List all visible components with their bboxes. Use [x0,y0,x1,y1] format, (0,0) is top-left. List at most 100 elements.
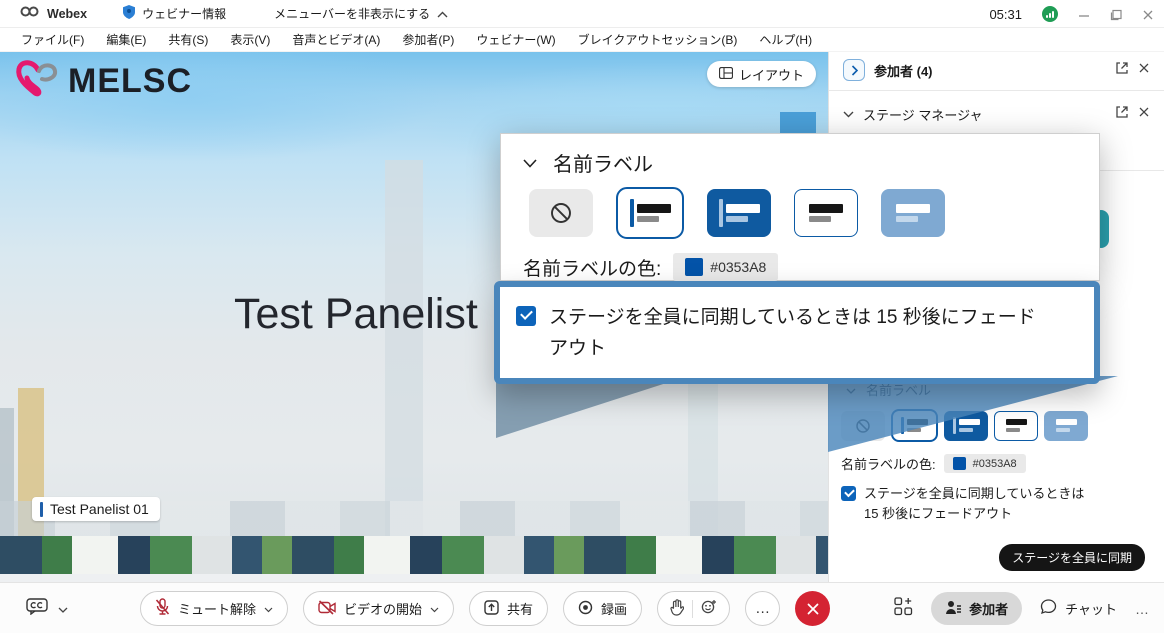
captions-control[interactable] [26,598,68,620]
webinar-info-button[interactable]: ウェビナー情報 [123,5,226,22]
connection-quality-icon[interactable] [1042,6,1058,22]
menubar: ファイル(F) 編集(E) 共有(S) 表示(V) 音声とビデオ(A) 参加者(… [0,28,1164,52]
shield-icon [123,5,135,22]
menu-share[interactable]: 共有(S) [157,28,219,51]
chat-bubble-icon [1040,599,1057,618]
overflow-menu-button[interactable]: … [1135,601,1150,617]
fade-out-callout: ステージを全員に同期しているときは 15 秒後にフェード アウト [494,281,1100,384]
close-panel-icon[interactable] [1138,61,1150,79]
panel-toggles: 参加者 チャット … [894,591,1150,626]
label-style-solid-bar-button[interactable] [707,189,771,237]
reactions-smiley-icon[interactable] [701,599,717,618]
raise-hand-icon[interactable] [670,599,684,619]
minimize-button[interactable] [1078,8,1090,20]
reactions-group [657,591,730,626]
popout-panel-icon[interactable] [1115,61,1129,80]
close-window-button[interactable] [1142,8,1154,20]
participants-panel-header: 参加者 (4) [829,54,1164,86]
melsc-heart-logo-icon [14,58,60,105]
fade-out-label-line2: 15 秒後にフェードアウト [864,506,1012,521]
chevron-down-icon[interactable] [264,601,273,616]
melsc-branding: MELSC [14,58,192,105]
callout-beam [780,112,816,133]
fade-out-label-line1: ステージを全員に同期しているときは [864,486,1084,501]
callout-line2: アウト [549,338,606,359]
start-video-button[interactable]: ビデオの開始 [303,591,454,626]
apps-icon[interactable] [894,597,913,621]
participants-toggle-button[interactable]: 参加者 [931,592,1022,625]
record-icon [578,600,593,618]
block-icon [549,201,573,225]
chevron-down-icon [523,151,537,174]
menu-participants[interactable]: 参加者(P) [391,28,465,51]
panel-divider [829,90,1164,91]
menu-audio-video[interactable]: 音声とビデオ(A) [281,28,391,51]
menu-file[interactable]: ファイル(F) [10,28,95,51]
label-style-light-button[interactable] [794,189,858,237]
popout-panel-icon[interactable] [1115,105,1129,124]
label-style-translucent-button[interactable] [1044,411,1088,441]
mic-muted-icon [155,598,170,619]
chevron-down-icon[interactable] [843,105,854,123]
stage-manager-panel-header: ステージ マネージャ [829,98,1164,130]
webex-window: Webex ウェビナー情報 メニューバーを非表示にする 05:31 [0,0,1164,633]
fade-out-checkbox-row: ステージを全員に同期しているときは 15 秒後にフェードアウト [829,473,1164,524]
menu-help[interactable]: ヘルプ(H) [748,28,823,51]
stage-bottom-strip [0,574,828,582]
layout-grid-icon [719,67,733,82]
popup-style-options [501,177,1099,239]
closed-captions-icon [26,598,48,620]
share-button[interactable]: 共有 [469,591,548,626]
camera-off-icon [318,600,336,618]
collapse-panel-button[interactable] [843,59,865,81]
chat-toggle-button[interactable]: チャット [1040,599,1117,618]
unmute-button[interactable]: ミュート解除 [140,591,288,626]
label-style-translucent-button[interactable] [881,189,945,237]
stage-manager-panel-title: ステージ マネージャ [863,105,982,124]
menu-edit[interactable]: 編集(E) [95,28,157,51]
hide-menubar-button[interactable]: メニューバーを非表示にする [274,5,448,22]
name-label-accent-bar [40,502,43,517]
label-color-picker[interactable]: #0353A8 [944,454,1026,473]
participants-icon [945,600,961,618]
popup-color-row: 名前ラベルの色: #0353A8 [501,239,1099,281]
participants-panel-title: 参加者 (4) [874,61,933,80]
chevron-down-icon[interactable] [58,600,68,618]
menu-webinar[interactable]: ウェビナー(W) [465,28,566,51]
app-brand: Webex [47,7,87,21]
label-color-picker[interactable]: #0353A8 [673,253,778,281]
callout-line1: ステージを全員に同期しているときは 15 秒後にフェード [549,307,1036,328]
webex-logo-icon [20,5,39,23]
label-style-light-bar-button[interactable] [616,187,684,239]
chevron-up-icon [437,7,448,21]
layout-button[interactable]: レイアウト [707,61,816,87]
label-style-light-button[interactable] [994,411,1038,441]
more-options-button[interactable]: … [745,591,780,626]
color-swatch [685,258,703,276]
sync-stage-button[interactable]: ステージを全員に同期 [999,544,1145,571]
divider [692,600,693,618]
speaker-name-label: Test Panelist 01 [32,497,160,521]
city-skyline-near [0,536,828,574]
speaker-name-text: Test Panelist [234,290,478,339]
chevron-down-icon[interactable] [430,601,439,616]
menu-breakout[interactable]: ブレイクアウトセッション(B) [567,28,749,51]
melsc-brand-text: MELSC [68,62,192,101]
label-style-none-button[interactable] [529,189,593,237]
name-label-popup: 名前ラベル 名前ラベルの色: [500,133,1100,281]
popup-section-header[interactable]: 名前ラベル [501,134,1099,177]
meeting-timer: 05:31 [989,7,1022,22]
fade-out-checkbox[interactable] [516,306,536,326]
control-bar: ミュート解除 ビデオの開始 共有 [0,582,1164,633]
menu-view[interactable]: 表示(V) [219,28,281,51]
name-label-color-row: 名前ラベルの色: #0353A8 [829,442,1164,473]
main-controls: ミュート解除 ビデオの開始 共有 [140,591,830,626]
close-panel-icon[interactable] [1138,105,1150,123]
share-screen-icon [484,600,499,618]
record-button[interactable]: 録画 [563,591,642,626]
titlebar: Webex ウェビナー情報 メニューバーを非表示にする 05:31 [0,0,1164,28]
fade-out-checkbox[interactable] [841,486,856,501]
maximize-button[interactable] [1110,8,1122,20]
city-building [385,160,423,540]
leave-meeting-button[interactable] [795,591,830,626]
